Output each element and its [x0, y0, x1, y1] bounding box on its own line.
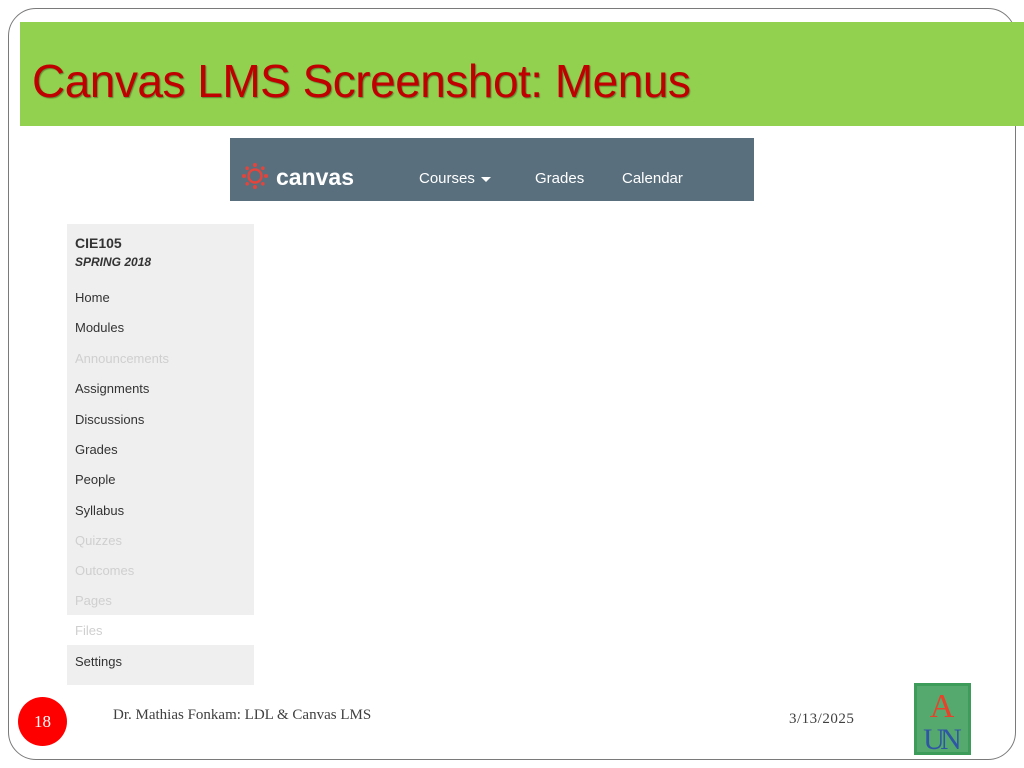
aun-logo: A U N: [914, 683, 971, 755]
menu-item-settings[interactable]: Settings: [75, 654, 122, 669]
page-number-badge: 18: [18, 697, 67, 746]
menu-item-syllabus[interactable]: Syllabus: [75, 503, 124, 518]
menu-item-grades[interactable]: Grades: [75, 442, 118, 457]
menu-item-discussions[interactable]: Discussions: [75, 412, 144, 427]
menu-item-pages: Pages: [75, 593, 112, 608]
menu-item-modules[interactable]: Modules: [75, 320, 124, 335]
nav-calendar-link[interactable]: Calendar: [622, 170, 683, 187]
caret-down-icon: [480, 176, 491, 182]
menu-item-announcements: Announcements: [75, 351, 169, 366]
course-term: SPRING 2018: [75, 255, 152, 269]
nav-courses-label: Courses: [419, 170, 475, 187]
canvas-wordmark[interactable]: canvas: [276, 164, 354, 191]
nav-grades-link[interactable]: Grades: [535, 170, 584, 187]
canvas-global-nav: canvas Courses Grades Calendar: [230, 138, 754, 201]
canvas-logo-icon[interactable]: [242, 163, 268, 189]
menu-item-assignments[interactable]: Assignments: [75, 381, 149, 396]
title-bar: Canvas LMS Screenshot: Menus: [20, 22, 1024, 126]
aun-logo-icon: A U N: [914, 683, 971, 755]
menu-item-files: Files: [75, 623, 103, 638]
slide-title: Canvas LMS Screenshot: Menus: [32, 55, 691, 107]
footer-author: Dr. Mathias Fonkam: LDL & Canvas LMS: [113, 707, 372, 723]
course-navigation-menu: CIE105 SPRING 2018 Home Modules Announce…: [67, 224, 254, 685]
svg-text:A: A: [930, 688, 955, 725]
menu-item-outcomes: Outcomes: [75, 563, 135, 578]
menu-item-people[interactable]: People: [75, 472, 115, 487]
menu-item-home[interactable]: Home: [75, 290, 110, 305]
svg-text:N: N: [940, 723, 962, 755]
course-code[interactable]: CIE105: [75, 235, 122, 251]
footer-date: 3/13/2025: [789, 711, 855, 727]
menu-item-quizzes: Quizzes: [75, 533, 122, 548]
nav-courses-menu[interactable]: Courses: [419, 170, 491, 187]
